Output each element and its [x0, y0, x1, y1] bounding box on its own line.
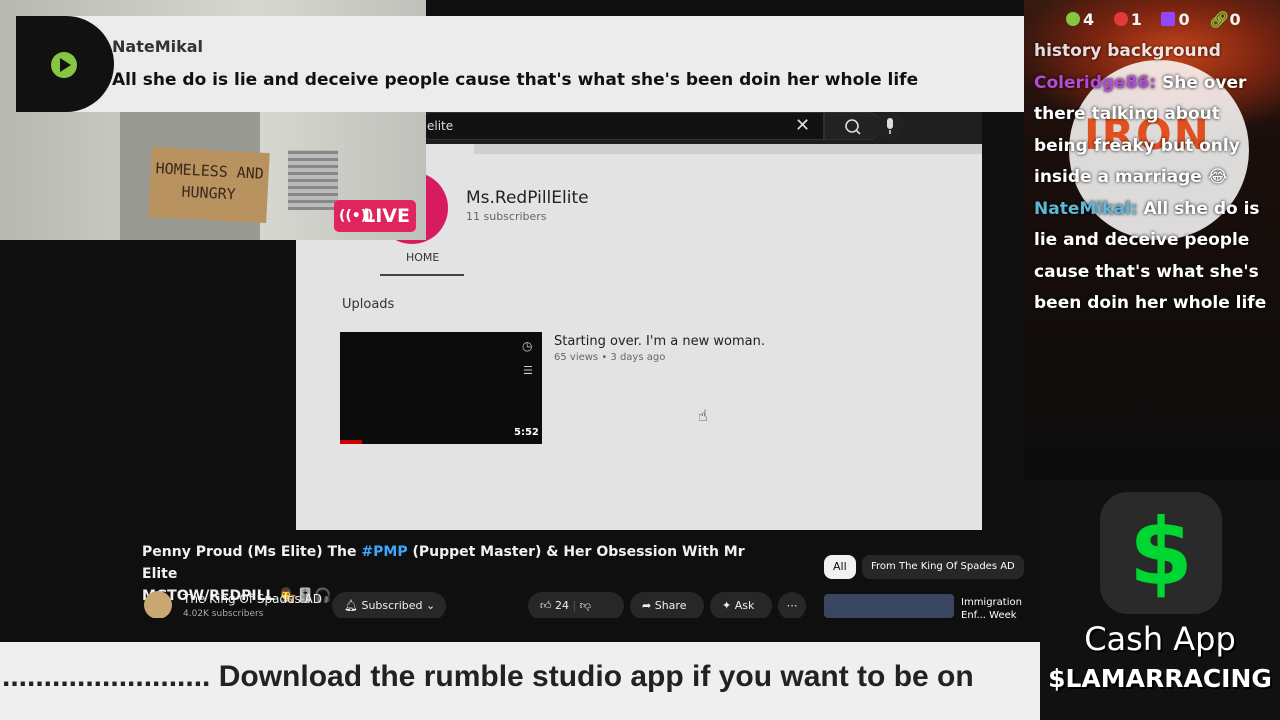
scrolling-ticker: ......................... Download the r…: [0, 642, 1040, 720]
thumbs-down-icon[interactable]: 👎︎: [580, 599, 591, 612]
subscribed-label: Subscribed: [361, 599, 423, 612]
video-thumbnail[interactable]: [340, 332, 542, 444]
counter-twitch: 0: [1161, 10, 1190, 29]
twitch-icon: [1161, 12, 1176, 26]
channel-avatar[interactable]: [144, 591, 172, 619]
video-title-pre: Penny Proud (Ms Elite) The: [142, 544, 362, 560]
chat-message: NateMikal: All she do is lie and deceive…: [1034, 194, 1278, 320]
cashapp-icon: $: [1100, 492, 1222, 614]
alert-icon-box: [16, 16, 114, 112]
share-icon: ➦: [642, 599, 652, 612]
page-divider: [0, 618, 1040, 642]
counter-locals: 1: [1113, 10, 1142, 29]
hashtag-link[interactable]: #PMP: [361, 544, 407, 560]
counter-locals-value: 1: [1130, 10, 1142, 29]
subscribed-button[interactable]: 🔔︎ Subscribed ⌄: [332, 592, 446, 620]
watch-later-icon[interactable]: ◷: [522, 339, 532, 353]
broadcast-icon: ((•)): [339, 208, 374, 224]
link-icon: 🔗︎: [1209, 10, 1230, 29]
uploads-heading: Uploads: [342, 297, 395, 312]
like-divider: |: [572, 599, 577, 612]
chip-all[interactable]: All: [824, 555, 856, 579]
share-button[interactable]: ➦ Share: [630, 592, 704, 620]
tab-home-underline: [380, 274, 464, 276]
cashapp-name: Cash App: [1084, 620, 1236, 658]
hand-cursor-icon: ☝: [698, 406, 708, 425]
wall-vent: [288, 150, 338, 210]
cashapp-panel: $ Cash App $LAMARRACING: [1040, 480, 1280, 720]
inner-video-title[interactable]: Starting over. I'm a new woman.: [554, 334, 765, 349]
chat-partial-message: history background: [1034, 41, 1221, 61]
chat-message: Coleridge86: She over there talking abou…: [1034, 68, 1278, 194]
add-to-queue-icon[interactable]: ☰: [523, 364, 533, 377]
share-label: Share: [654, 599, 687, 612]
sparkle-icon: ✦: [722, 599, 732, 612]
recommended-title[interactable]: Immigration Enf... Week Tonight wi...: [961, 596, 1041, 620]
tab-home[interactable]: HOME: [406, 251, 439, 264]
inner-search-input[interactable]: elite ✕: [418, 112, 824, 140]
alert-username: NateMikal: [112, 37, 204, 56]
like-count: 24: [555, 599, 569, 612]
chip-from-channel[interactable]: From The King Of Spades AD: [862, 555, 1024, 579]
ask-label: Ask: [734, 599, 755, 612]
chat-side-panel: IRON 4 1 0 🔗︎0 history background Coleri…: [1024, 0, 1280, 480]
ask-button[interactable]: ✦ Ask: [710, 592, 772, 620]
thumbs-up-icon: 👍︎: [540, 599, 552, 612]
bell-icon: 🔔︎: [344, 599, 358, 612]
chat-alert-banner: NateMikal All she do is lie and deceive …: [16, 16, 1024, 112]
channel-banner: [474, 144, 982, 154]
counter-link: 🔗︎0: [1209, 10, 1240, 29]
inner-video-meta: 65 views • 3 days ago: [554, 352, 666, 363]
alert-message: All she do is lie and deceive people cau…: [112, 70, 919, 90]
video-duration: 5:52: [514, 427, 539, 438]
chevron-down-icon: ⌄: [426, 599, 436, 612]
mic-icon[interactable]: [876, 112, 904, 140]
recommended-thumbnail[interactable]: [824, 594, 954, 618]
inner-channel-name: Ms.RedPillElite: [466, 188, 589, 208]
counter-twitch-value: 0: [1178, 10, 1190, 29]
chat-username: NateMikal:: [1034, 198, 1138, 219]
inner-search-value: elite: [427, 119, 454, 133]
live-badge: ((•)) LIVE: [334, 200, 416, 232]
like-button[interactable]: 👍︎ 24 | 👎︎: [528, 592, 624, 620]
counter-rumble: 4: [1066, 10, 1094, 29]
rumble-play-shape: [60, 58, 71, 72]
cashapp-tag: $LAMARRACING: [1048, 664, 1272, 693]
search-icon: [845, 119, 861, 135]
locals-icon: [1113, 12, 1128, 26]
counter-link-value: 0: [1229, 10, 1241, 29]
watch-progress-bar: [340, 440, 362, 444]
cardboard-sign: HOMELESS AND HUNGRY: [148, 146, 270, 224]
inner-search-button[interactable]: [824, 112, 882, 140]
more-actions-button[interactable]: ⋯: [778, 592, 806, 620]
ticker-text: ......................... Download the r…: [2, 660, 974, 693]
chat-log: history background Coleridge86: She over…: [1034, 36, 1278, 320]
rumble-icon: [1066, 12, 1080, 26]
more-dots-icon: ⋯: [786, 599, 798, 612]
inner-channel-subs: 11 subscribers: [466, 210, 547, 223]
chat-username: Coleridge86:: [1034, 72, 1157, 93]
viewer-counters: 4 1 0 🔗︎0: [1066, 10, 1255, 29]
dollar-icon: $: [1128, 499, 1193, 606]
channel-name[interactable]: The King Of Spades AD: [183, 592, 322, 606]
counter-rumble-value: 4: [1083, 10, 1095, 29]
clear-search-icon[interactable]: ✕: [795, 115, 810, 136]
